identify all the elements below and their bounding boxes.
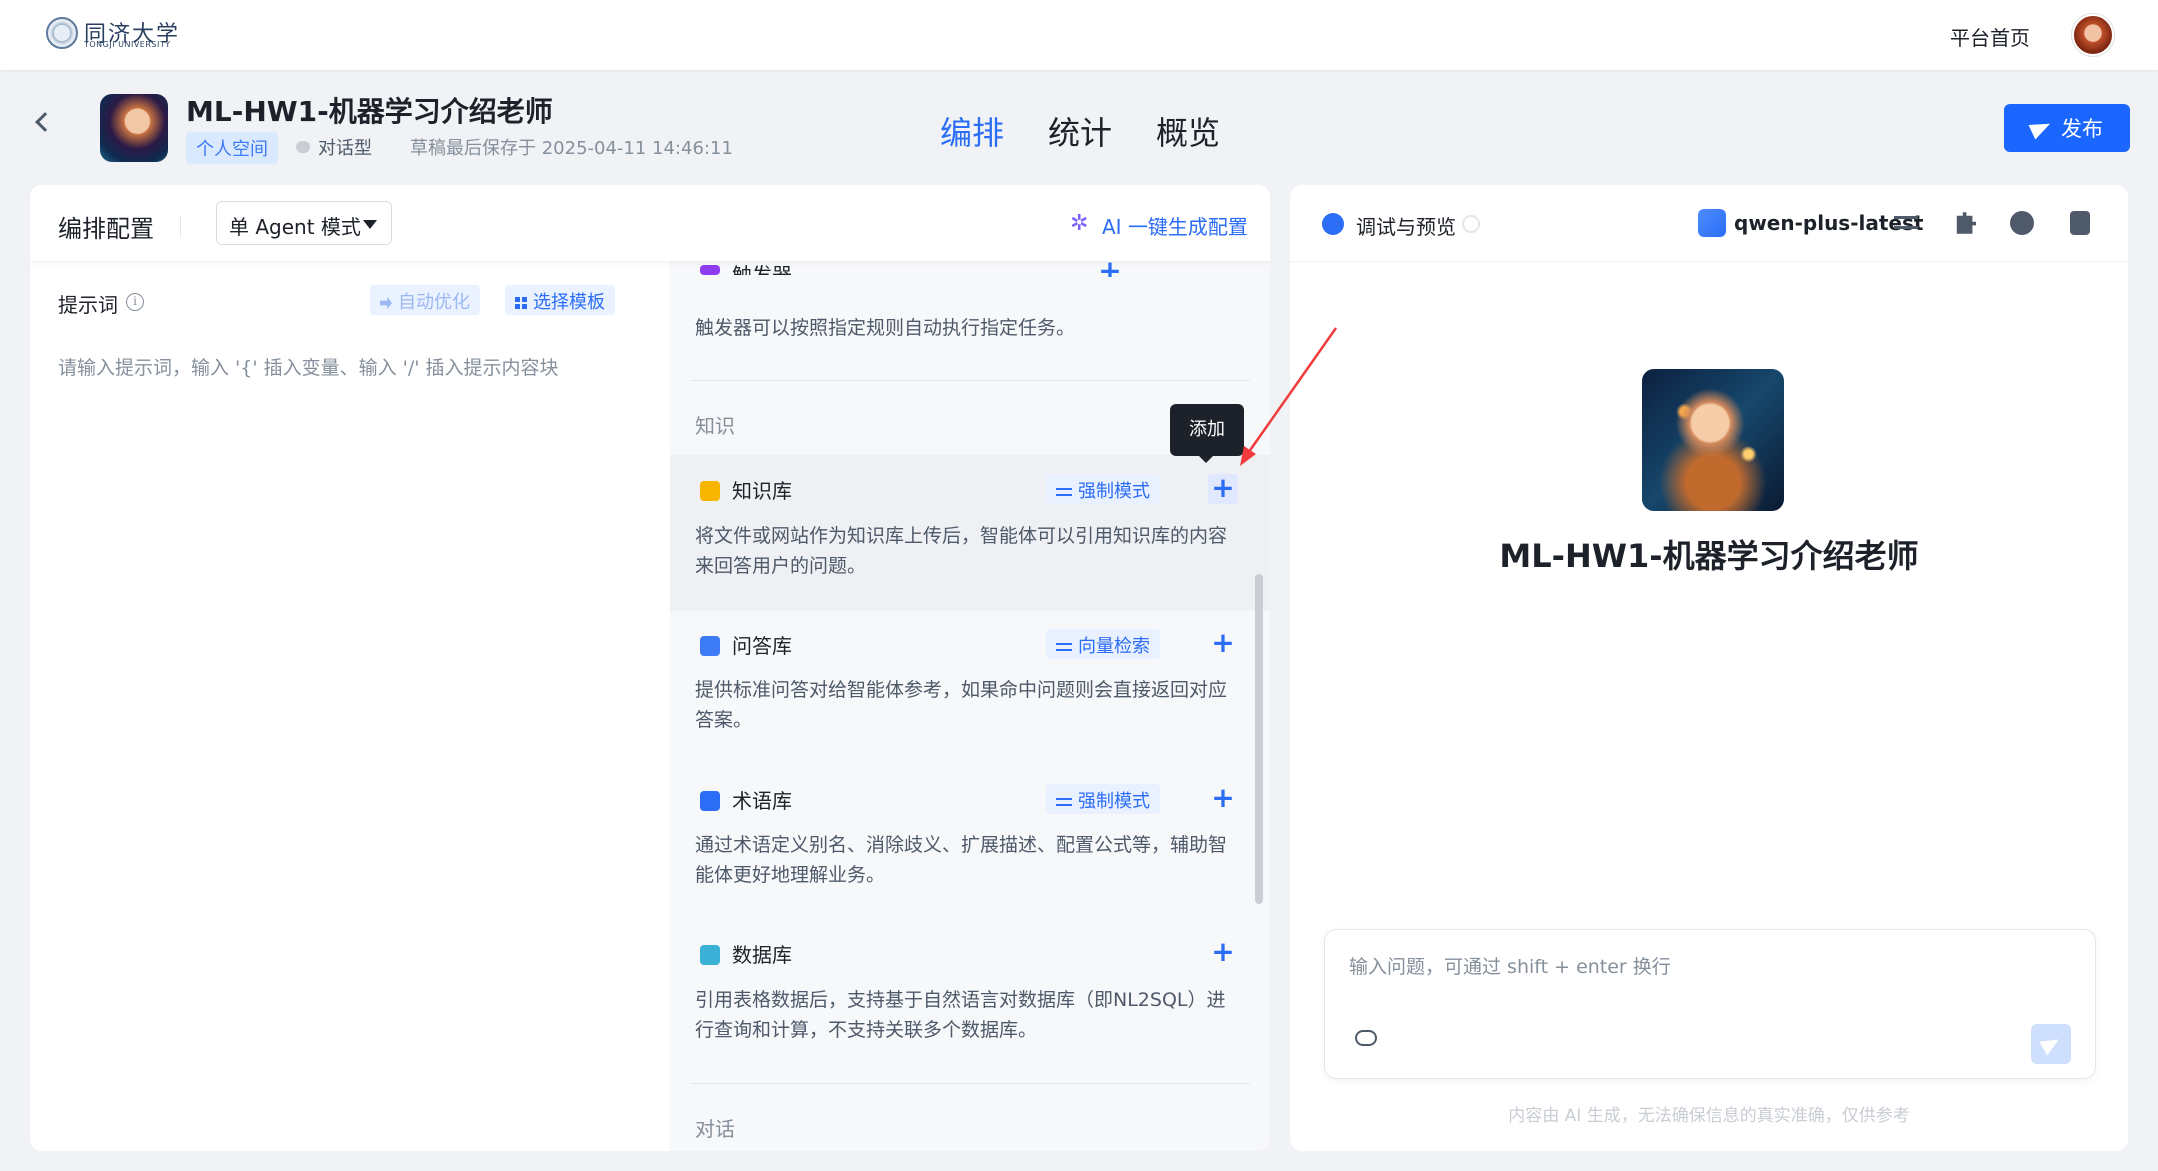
tab-orchestrate[interactable]: 编排 (940, 108, 1004, 154)
info-icon[interactable]: i (126, 293, 144, 311)
add-database-button[interactable]: + (1208, 938, 1238, 968)
add-qa-library-button[interactable]: + (1208, 629, 1238, 659)
skill-name: 数据库 (732, 943, 792, 967)
send-button[interactable] (2031, 1024, 2071, 1064)
agent-avatar[interactable] (100, 94, 168, 162)
skill-name: 知识库 (732, 479, 792, 503)
skills-scrollbar[interactable] (1255, 574, 1263, 904)
caret-down-icon (363, 220, 377, 229)
university-logo-icon[interactable] (46, 17, 78, 49)
paper-plane-icon (2028, 116, 2054, 140)
orchestration-panel: 编排配置 单 Agent 模式 ✲ AI 一键生成配置 提示词 i 自动优化 选… (30, 185, 1270, 1151)
plugin-icon[interactable] (1956, 212, 1976, 234)
divider (1290, 261, 2128, 262)
chat-bubble-icon (296, 141, 310, 153)
section-dialog: 对话 (695, 1117, 735, 1141)
back-chevron-icon[interactable] (35, 112, 55, 132)
ai-generate-config-button[interactable]: AI 一键生成配置 (1102, 211, 1248, 240)
auto-optimize-button[interactable]: 自动优化 (370, 285, 480, 315)
agent-mode-value: 单 Agent 模式 (229, 215, 361, 239)
table-icon (700, 945, 720, 965)
retrieval-mode-label: 强制模式 (1078, 791, 1150, 812)
retrieval-mode-chip[interactable]: 强制模式 (1046, 474, 1160, 504)
prompt-input[interactable]: 请输入提示词，输入 '{' 插入变量、输入 '/' 插入提示内容块 (58, 353, 559, 380)
section-knowledge: 知识 (695, 414, 735, 438)
settings-sliders-icon[interactable] (1894, 211, 1918, 235)
choose-template-label: 选择模板 (533, 292, 605, 313)
agent-title: ML-HW1-机器学习介绍老师 (186, 95, 553, 128)
add-terminology-button[interactable]: + (1208, 784, 1238, 814)
choose-template-button[interactable]: 选择模板 (505, 285, 615, 315)
config-header: 编排配置 单 Agent 模式 ✲ AI 一键生成配置 (30, 185, 1270, 261)
top-navbar: 同济大学 TONGJI UNIVERSITY 平台首页 (0, 0, 2158, 70)
retrieval-mode-chip[interactable]: 向量检索 (1046, 629, 1160, 659)
publish-button[interactable]: 发布 (2004, 104, 2130, 152)
debug-preview-title: 调试与预览 (1356, 215, 1456, 239)
trigger-desc: 触发器可以按照指定规则自动执行指定任务。 (695, 317, 1076, 339)
skill-name: 问答库 (732, 634, 792, 658)
logo-text-en: TONGJI UNIVERSITY (84, 40, 171, 49)
publish-label: 发布 (2061, 117, 2103, 141)
divider (180, 215, 181, 237)
trigger-icon (700, 265, 720, 275)
tab-statistics[interactable]: 统计 (1048, 108, 1112, 154)
space-tag: 个人空间 (186, 132, 278, 164)
sliders-icon (1056, 486, 1072, 498)
agent-mode-select[interactable]: 单 Agent 模式 (216, 201, 392, 245)
document-icon (700, 791, 720, 811)
bookmark-icon (700, 481, 720, 501)
divider (690, 1083, 1250, 1084)
send-icon (2039, 1032, 2063, 1056)
chat-input[interactable]: 输入问题，可通过 shift + enter 换行 (1349, 952, 1671, 979)
divider (690, 380, 1250, 381)
grid-icon (515, 297, 527, 309)
preview-agent-name: ML-HW1-机器学习介绍老师 (1499, 537, 1919, 575)
platform-home-link[interactable]: 平台首页 (1950, 22, 2030, 51)
notes-icon[interactable] (2070, 211, 2090, 235)
agent-type-tag: 对话型 (318, 138, 372, 159)
sparkle-icon: ✲ (1070, 211, 1089, 236)
debug-preview-panel: 调试与预览 qwen-plus-latest ML-HW1-机器学习介绍老师 输… (1290, 185, 2128, 1151)
tab-overview[interactable]: 概览 (1156, 108, 1220, 154)
config-title: 编排配置 (58, 215, 154, 243)
chat-input-box[interactable]: 输入问题，可通过 shift + enter 换行 (1324, 929, 2096, 1079)
skill-desc: 引用表格数据后，支持基于自然语言对数据库（即NL2SQL）进行查询和计算，不支持… (695, 989, 1226, 1041)
retrieval-mode-label: 强制模式 (1078, 481, 1150, 502)
prompt-label: 提示词 (58, 293, 118, 317)
robot-icon (1322, 213, 1344, 235)
ai-disclaimer: 内容由 AI 生成，无法确保信息的真实准确，仅供参考 (1508, 1106, 1910, 1126)
retrieval-mode-label: 向量检索 (1078, 636, 1150, 657)
loading-icon (1462, 215, 1480, 233)
agent-avatar-large (1642, 369, 1784, 511)
trigger-name: 触发器 (732, 263, 792, 275)
retrieval-mode-chip[interactable]: 强制模式 (1046, 784, 1160, 814)
chat-icon[interactable] (2010, 211, 2034, 235)
qa-icon (700, 636, 720, 656)
auto-optimize-label: 自动优化 (398, 292, 470, 313)
skill-desc: 提供标准问答对给智能体参考，如果命中问题则会直接返回对应答案。 (695, 679, 1228, 731)
draft-saved-status: 草稿最后保存于 2025-04-11 14:46:11 (410, 138, 733, 159)
skill-desc: 将文件或网站作为知识库上传后，智能体可以引用知识库的内容来回答用户的问题。 (695, 525, 1228, 577)
sliders-icon (1056, 641, 1072, 653)
cube-icon (1698, 209, 1726, 237)
sliders-icon (1056, 796, 1072, 808)
skill-name: 术语库 (732, 789, 792, 813)
user-avatar[interactable] (2072, 14, 2114, 56)
wand-icon (380, 297, 392, 309)
upload-cloud-icon[interactable] (1355, 1030, 1377, 1046)
skill-desc: 通过术语定义别名、消除歧义、扩展描述、配置公式等，辅助智能体更好地理解业务。 (695, 834, 1228, 886)
tooltip-tail (1198, 455, 1214, 463)
add-knowledge-base-button[interactable]: + (1208, 474, 1238, 504)
add-tooltip: 添加 (1170, 404, 1244, 456)
